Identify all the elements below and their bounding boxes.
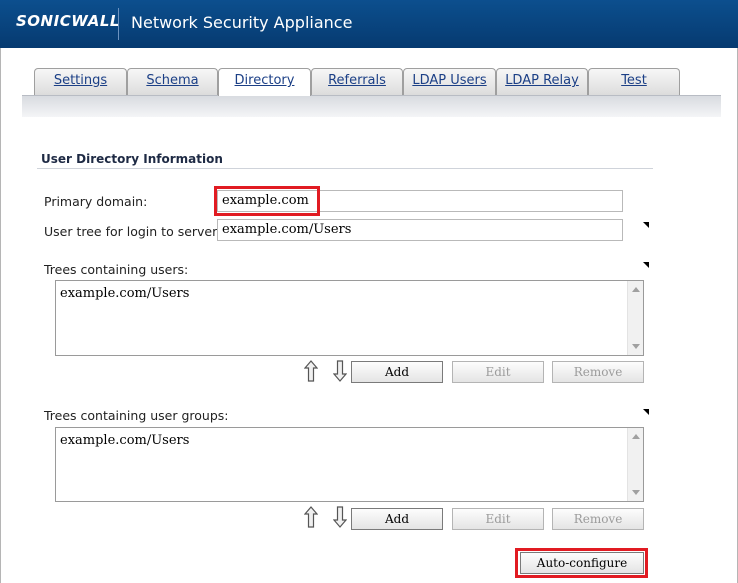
move-up-icon[interactable] <box>304 506 318 528</box>
add-group-tree-button[interactable]: Add <box>351 508 443 530</box>
tab-settings[interactable]: Settings <box>34 68 127 95</box>
field-hint-marker-icon <box>643 409 649 415</box>
field-hint-marker-icon <box>643 222 649 228</box>
move-down-icon[interactable] <box>333 506 347 528</box>
tab-ldap-users[interactable]: LDAP Users <box>403 68 496 95</box>
edit-user-tree-button[interactable]: Edit <box>452 361 544 383</box>
user-trees-listbox[interactable]: example.com/Users <box>55 280 644 356</box>
scroll-down-icon[interactable] <box>632 344 640 349</box>
move-down-icon[interactable] <box>333 360 347 382</box>
field-hint-marker-icon <box>643 262 649 268</box>
auto-configure-highlight <box>515 548 648 578</box>
user-tree-label: User tree for login to server: <box>44 224 222 239</box>
move-up-icon[interactable] <box>304 360 318 382</box>
user-trees-label: Trees containing users: <box>44 262 189 277</box>
user-tree-input[interactable]: example.com/Users <box>217 219 623 241</box>
section-title: User Directory Information <box>41 152 223 166</box>
list-item[interactable]: example.com/Users <box>60 286 189 301</box>
group-trees-label: Trees containing user groups: <box>44 408 229 423</box>
tab-directory[interactable]: Directory <box>218 68 311 96</box>
tab-referrals[interactable]: Referrals <box>311 68 403 95</box>
primary-domain-label: Primary domain: <box>44 194 148 209</box>
remove-user-tree-button[interactable]: Remove <box>552 361 644 383</box>
frame-border-left <box>0 48 1 583</box>
tab-test[interactable]: Test <box>588 68 680 95</box>
scroll-down-icon[interactable] <box>632 490 640 495</box>
header-divider <box>118 8 119 40</box>
tab-schema[interactable]: Schema <box>127 68 218 95</box>
scroll-up-icon[interactable] <box>632 287 640 292</box>
user-trees-scrollbar[interactable] <box>627 281 643 355</box>
sonicwall-logo: SONICWALL <box>16 12 120 30</box>
list-item[interactable]: example.com/Users <box>60 433 189 448</box>
primary-domain-highlight <box>214 186 320 216</box>
remove-group-tree-button[interactable]: Remove <box>552 508 644 530</box>
scroll-up-icon[interactable] <box>632 434 640 439</box>
app-header: SONICWALL Network Security Appliance <box>0 0 738 48</box>
edit-group-tree-button[interactable]: Edit <box>452 508 544 530</box>
group-trees-scrollbar[interactable] <box>627 428 643 501</box>
tab-strip <box>22 95 721 117</box>
app-title: Network Security Appliance <box>131 13 353 32</box>
group-trees-listbox[interactable]: example.com/Users <box>55 427 644 502</box>
tab-ldap-relay[interactable]: LDAP Relay <box>496 68 588 95</box>
section-divider <box>37 168 653 169</box>
add-user-tree-button[interactable]: Add <box>351 361 443 383</box>
